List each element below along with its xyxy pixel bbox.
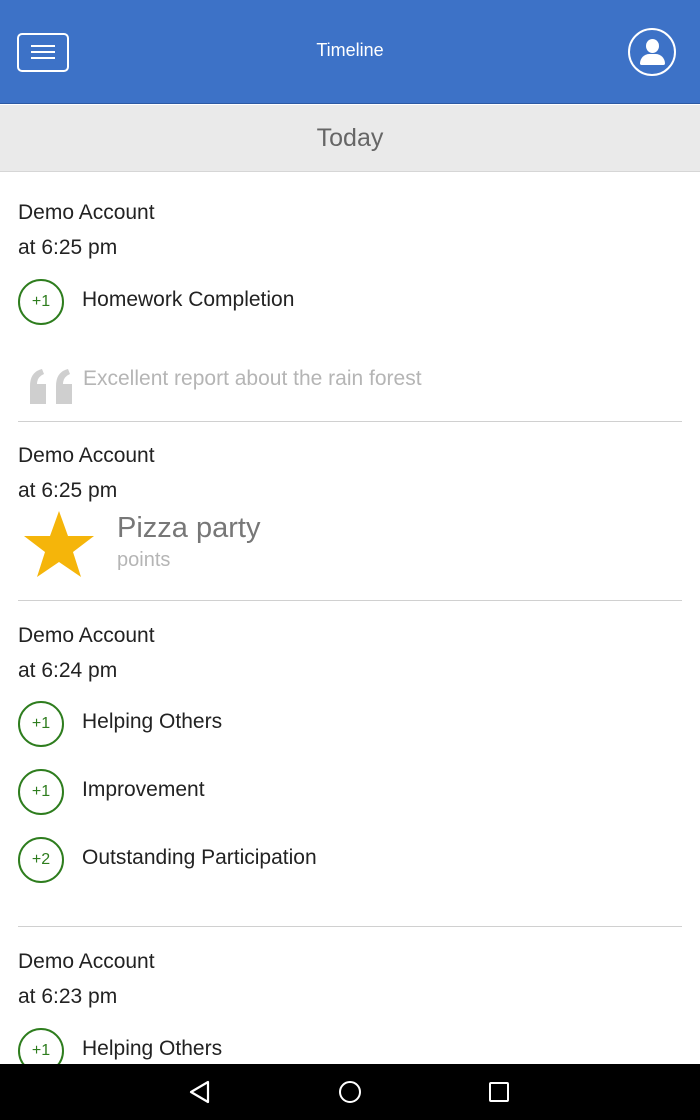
behavior-label: Helping Others	[82, 1037, 223, 1060]
user-icon[interactable]	[628, 28, 676, 76]
recent-apps-square-icon[interactable]	[489, 1082, 509, 1102]
app-bar: Timeline	[0, 0, 700, 104]
entry-student-name: Demo Account	[18, 950, 155, 973]
back-triangle-icon[interactable]	[188, 1080, 212, 1104]
reward-title: Pizza party	[117, 512, 261, 544]
divider	[18, 421, 682, 422]
behavior-label: Improvement	[82, 778, 205, 801]
points-badge: +1	[18, 769, 64, 815]
page-title: Timeline	[316, 40, 384, 60]
divider	[18, 926, 682, 927]
entry-student-name: Demo Account	[18, 201, 155, 224]
entry-time: at 6:24 pm	[18, 659, 118, 682]
points-badge: +1	[18, 279, 64, 325]
entry-time: at 6:25 pm	[18, 236, 118, 259]
entry-time: at 6:23 pm	[18, 985, 118, 1008]
behavior-label: Outstanding Participation	[82, 846, 317, 869]
points-badge: +2	[18, 837, 64, 883]
points-badge: +1	[18, 701, 64, 747]
system-nav-bar	[0, 1064, 700, 1120]
divider	[18, 600, 682, 601]
section-header: Today	[0, 105, 700, 172]
entry-time: at 6:25 pm	[18, 479, 118, 502]
entry-student-name: Demo Account	[18, 444, 155, 467]
behavior-label: Homework Completion	[82, 288, 295, 311]
entry-student-name: Demo Account	[18, 624, 155, 647]
comment-text: Excellent report about the rain forest	[83, 367, 422, 390]
section-header-label: Today	[316, 124, 384, 152]
quote-icon	[30, 369, 72, 404]
star-icon	[24, 511, 94, 577]
reward-subtitle: points	[117, 549, 171, 571]
home-circle-icon[interactable]	[339, 1081, 361, 1103]
behavior-label: Helping Others	[82, 710, 223, 733]
